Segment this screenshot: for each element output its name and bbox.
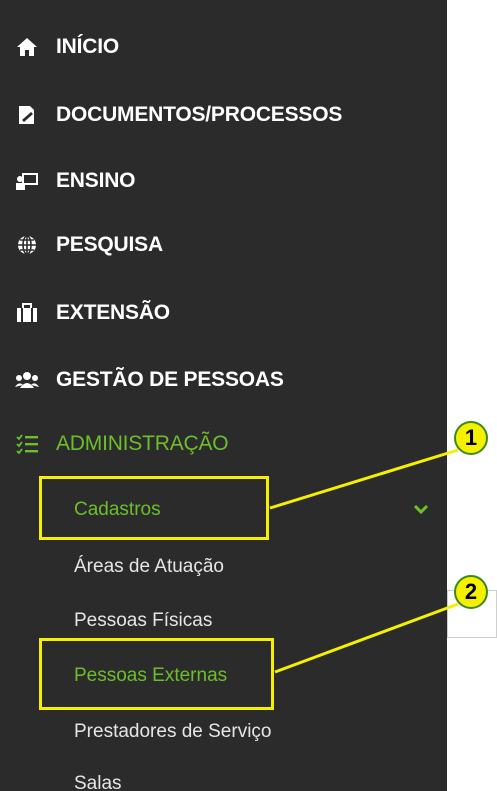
annotation-badge-1: 1 xyxy=(454,421,488,455)
annotation-badge-2: 2 xyxy=(454,575,488,609)
callout-lines xyxy=(269,448,459,674)
